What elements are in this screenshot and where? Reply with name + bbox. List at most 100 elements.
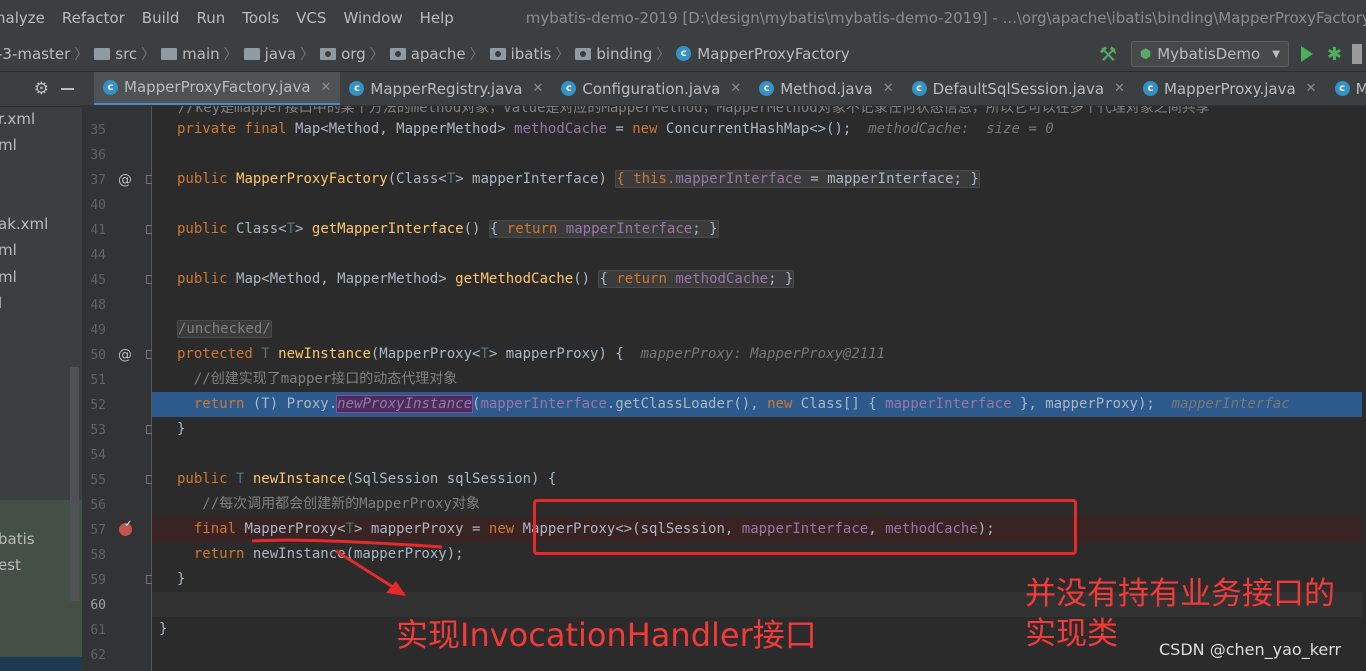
breadcrumb-src[interactable]: src 〉 (94, 44, 161, 64)
line-number: 52 (90, 398, 106, 413)
package-icon (489, 47, 506, 60)
close-icon[interactable]: ✕ (532, 81, 543, 96)
gear-icon[interactable]: ⚙ (34, 79, 49, 99)
line-number: 48 (90, 298, 106, 313)
line-number: 54 (90, 448, 106, 463)
breadcrumb-ibatis[interactable]: ibatis 〉 (489, 44, 576, 64)
toolbar-right: ⚒ ⬢ MybatisDemo ▼ ✱ (1099, 36, 1366, 72)
run-icon[interactable] (1300, 46, 1313, 62)
package-icon (575, 47, 592, 60)
sidebar-item[interactable]: r.xml (0, 110, 35, 128)
line-number: 35 (90, 123, 106, 138)
editor-tabs: c MapperProxyFactory.java ✕ c MapperRegi… (82, 72, 1366, 106)
line-number: 60 (90, 598, 106, 613)
line-number: 45 (90, 273, 106, 288)
package-icon (389, 47, 406, 60)
class-icon: c (103, 79, 118, 95)
line-number: 44 (90, 248, 106, 263)
sidebar-item[interactable]: batis (0, 530, 35, 548)
tab-configuration[interactable]: c Configuration.java ✕ (552, 72, 750, 105)
menu-analyze[interactable]: nalyze (0, 9, 45, 27)
close-icon[interactable]: ✕ (1114, 81, 1125, 96)
sidebar-item[interactable]: ml (0, 241, 17, 259)
line-number: 49 (90, 323, 106, 338)
project-sidebar: ⚙ r.xml ml ak.xml ml ml l batis est (0, 72, 82, 671)
class-icon: c (1142, 81, 1158, 96)
sidebar-header: ⚙ (0, 72, 82, 107)
line-number: 36 (90, 148, 106, 163)
close-icon[interactable]: ✕ (321, 80, 332, 95)
code-line-41: public Class<T> getMapperInterface() { r… (177, 220, 719, 238)
code-line-49: /unchecked/ (177, 320, 272, 338)
sidebar-bottom-bar (0, 657, 82, 671)
folder-icon (243, 47, 260, 60)
menu-help[interactable]: Help (420, 9, 454, 27)
tab-defaultsqlsession[interactable]: c DefaultSqlSession.java ✕ (903, 72, 1134, 105)
menu-tools[interactable]: Tools (242, 9, 279, 27)
breadcrumb-project[interactable]: -3-master 〉 (0, 44, 94, 64)
breadcrumb-org[interactable]: org 〉 (320, 44, 390, 64)
line-number: 59 (90, 573, 106, 588)
implements-at-icon[interactable]: @ (118, 347, 132, 363)
tab-method[interactable]: c Method.java ✕ (750, 72, 902, 105)
implements-at-icon[interactable]: @ (118, 172, 132, 188)
breadcrumb: -3-master 〉 src 〉 main 〉 java 〉 org 〉 apache 〉… (0, 36, 1366, 72)
package-icon (320, 47, 337, 60)
close-icon[interactable]: ✕ (883, 81, 894, 96)
line-number: 50 (90, 348, 106, 363)
class-icon: c (676, 46, 692, 61)
run-config-label: MybatisDemo (1157, 45, 1261, 63)
sidebar-scrollbar[interactable] (70, 367, 79, 601)
line-number: 62 (90, 648, 106, 663)
code-line-53: } (177, 421, 186, 437)
tab-mapperregistry[interactable]: c MapperRegistry.java ✕ (340, 72, 552, 105)
close-icon[interactable]: ✕ (730, 81, 741, 96)
annotation-note-left: 实现InvocationHandler接口 (396, 616, 817, 654)
menu-vcs[interactable]: VCS (296, 9, 326, 27)
close-icon[interactable]: ✕ (1306, 81, 1317, 96)
code-line-52: return (T) Proxy.newProxyInstance(mapper… (152, 392, 1366, 417)
line-number: 53 (90, 423, 106, 438)
class-icon: c (561, 81, 577, 96)
breadcrumb-binding[interactable]: binding 〉 (575, 44, 676, 64)
breadcrumb-java[interactable]: java 〉 (243, 44, 320, 64)
line-number: 51 (90, 373, 106, 388)
folder-icon (161, 47, 178, 60)
sidebar-item[interactable]: ml (0, 136, 17, 154)
sidebar-item[interactable]: ak.xml (0, 215, 48, 233)
tab-mapperproxy[interactable]: c MapperProxy.java ✕ (1134, 72, 1326, 105)
class-icon: c (911, 81, 927, 96)
stop-icon[interactable] (1352, 44, 1362, 64)
menu-bar: nalyze Refactor Build Run Tools VCS Wind… (0, 0, 1366, 36)
sidebar-item[interactable]: est (0, 556, 21, 574)
line-number: 57 (90, 523, 106, 538)
folder-icon (94, 47, 111, 60)
build-hammer-icon[interactable]: ⚒ (1099, 42, 1117, 66)
menu-window[interactable]: Window (343, 9, 402, 27)
class-icon: c (349, 81, 365, 96)
breadcrumb-class[interactable]: c MapperProxyFactory (676, 45, 850, 63)
sidebar-item[interactable]: l (0, 294, 2, 312)
menu-build[interactable]: Build (142, 9, 180, 27)
code-line-55: public T newInstance(SqlSession sqlSessi… (177, 471, 557, 487)
run-config-select[interactable]: ⬢ MybatisDemo ▼ (1130, 41, 1289, 67)
tab-mapperproxyfactory[interactable]: c MapperProxyFactory.java ✕ (94, 72, 341, 105)
line-number: 58 (90, 548, 106, 563)
tab-overflow[interactable]: c M (1326, 72, 1366, 105)
annotation-box (533, 499, 1077, 555)
minimize-icon[interactable] (61, 88, 74, 90)
line-number: 37 (90, 173, 106, 188)
watermark: CSDN @chen_yao_kerr (1159, 640, 1342, 659)
debug-bug-icon[interactable]: ✱ (1327, 44, 1342, 65)
code-line-45: public Map<Method, MapperMethod> getMeth… (177, 270, 795, 288)
menu-refactor[interactable]: Refactor (62, 9, 125, 27)
class-icon: c (759, 81, 775, 96)
breadcrumb-main[interactable]: main 〉 (161, 44, 243, 64)
code-line-51: //创建实现了mapper接口的动态代理对象 (177, 371, 458, 387)
breadcrumb-apache[interactable]: apache 〉 (389, 44, 490, 64)
line-number: 41 (90, 223, 106, 238)
menu-run[interactable]: Run (196, 9, 225, 27)
dropdown-arrow-icon: ▼ (1272, 48, 1280, 60)
sidebar-item[interactable]: ml (0, 268, 17, 286)
line-number: 56 (90, 498, 106, 513)
